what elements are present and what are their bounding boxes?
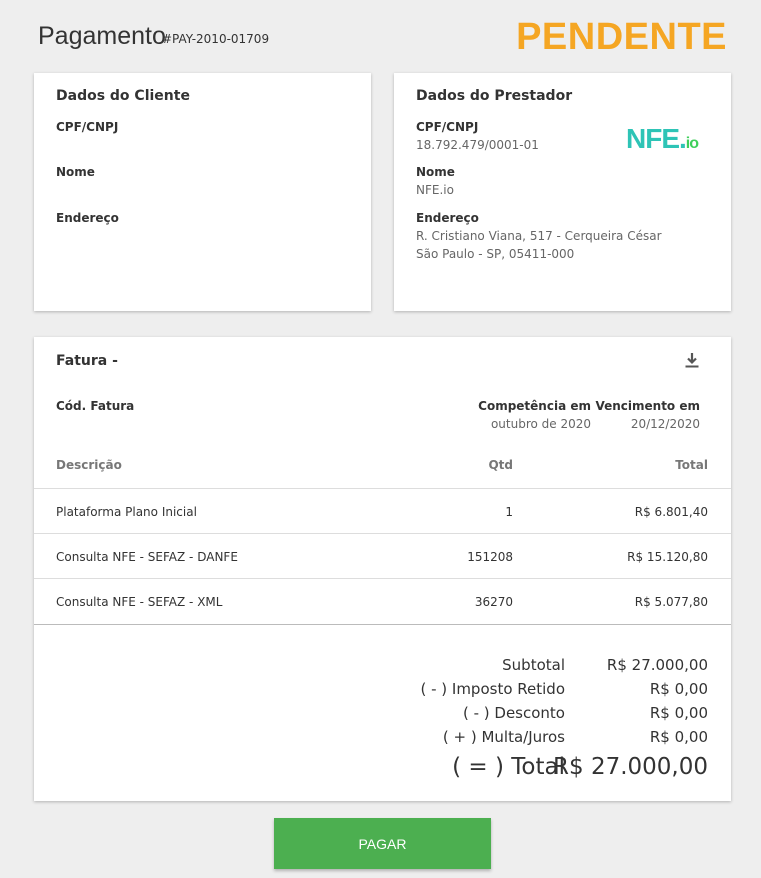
logo-text: NFE. (626, 123, 687, 154)
invoice-code-label: Cód. Fatura (56, 399, 135, 413)
competence-value: outubro de 2020 (490, 417, 591, 431)
discount-label: ( - ) Desconto (462, 704, 565, 722)
due-label: Vencimento em (595, 399, 700, 413)
pay-button[interactable]: PAGAR (274, 818, 491, 869)
row-qty: 151208 (467, 550, 513, 564)
col-description-header: Descrição (56, 458, 122, 472)
provider-name-value: NFE.io (416, 183, 454, 197)
subtotal-label: Subtotal (502, 656, 565, 674)
client-card: Dados do Cliente CPF/CNPJ Nome Endereço (34, 73, 371, 311)
tax-value: R$ 0,00 (649, 680, 708, 698)
row-qty: 36270 (474, 595, 513, 609)
subtotal-value: R$ 27.000,00 (606, 656, 708, 674)
invoice-title: Fatura - (56, 353, 118, 369)
page-title: Pagamento (38, 22, 166, 50)
provider-card-title: Dados do Prestador (416, 88, 573, 104)
client-card-title: Dados do Cliente (56, 88, 190, 104)
row-qty: 1 (505, 505, 513, 519)
table-row: Consulta NFE - SEFAZ - DANFE 151208 R$ 1… (34, 533, 731, 579)
fine-label: ( + ) Multa/Juros (442, 728, 565, 746)
provider-cpf-label: CPF/CNPJ (416, 120, 479, 134)
status-badge: PENDENTE (516, 16, 727, 58)
row-description: Plataforma Plano Inicial (56, 505, 197, 519)
row-description: Consulta NFE - SEFAZ - DANFE (56, 550, 238, 564)
provider-address-line2: São Paulo - SP, 05411-000 (416, 247, 575, 261)
row-total: R$ 5.077,80 (634, 595, 708, 609)
row-total: R$ 15.120,80 (627, 550, 708, 564)
competence-label: Competência em (478, 399, 591, 413)
provider-address-line1: R. Cristiano Viana, 517 - Cerqueira Césa… (416, 229, 662, 243)
fine-value: R$ 0,00 (649, 728, 708, 746)
col-qty-header: Qtd (488, 458, 513, 472)
due-value: 20/12/2020 (630, 417, 700, 431)
tax-label: ( - ) Imposto Retido (420, 680, 565, 698)
nfe-logo: NFE.io (626, 123, 699, 155)
payment-id: #PAY-2010-01709 (162, 32, 270, 46)
client-address-label: Endereço (56, 211, 119, 225)
provider-card: Dados do Prestador CPF/CNPJ 18.792.479/0… (394, 73, 731, 311)
download-icon[interactable] (683, 351, 701, 371)
table-row: Consulta NFE - SEFAZ - XML 36270 R$ 5.07… (34, 578, 731, 625)
invoice-card: Fatura - Cód. Fatura Competência em outu… (34, 337, 731, 801)
row-total: R$ 6.801,40 (634, 505, 708, 519)
logo-io-text: io (685, 135, 699, 152)
provider-cpf-value: 18.792.479/0001-01 (416, 138, 539, 152)
total-value: R$ 27.000,00 (553, 754, 708, 780)
provider-address-label: Endereço (416, 211, 479, 225)
provider-name-label: Nome (416, 165, 455, 179)
discount-value: R$ 0,00 (649, 704, 708, 722)
row-description: Consulta NFE - SEFAZ - XML (56, 595, 223, 609)
col-total-header: Total (675, 458, 708, 472)
client-cpf-label: CPF/CNPJ (56, 120, 119, 134)
table-row: Plataforma Plano Inicial 1 R$ 6.801,40 (34, 488, 731, 534)
client-name-label: Nome (56, 165, 95, 179)
total-label: ( = ) Total (452, 754, 565, 780)
